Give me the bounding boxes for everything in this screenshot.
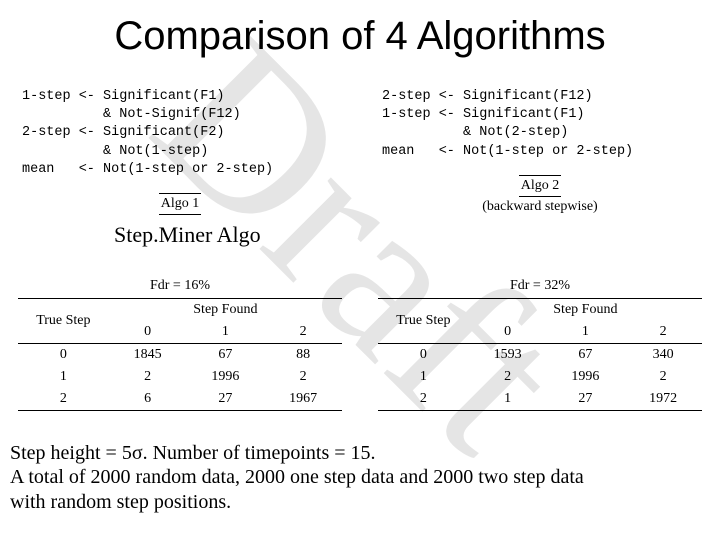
th-stepfound: Step Found [109,299,342,322]
algo-label-wrap-right: Algo 2 (backward stepwise) [378,175,702,215]
cell: 88 [264,344,342,367]
table-block-right: Fdr = 32% True Step Step Found 0 1 2 0 1… [360,278,720,411]
page-title: Comparison of 4 Algorithms [0,14,720,59]
cell: 340 [624,344,702,367]
cell: 27 [186,388,264,411]
cell: 67 [186,344,264,367]
cell: 6 [109,388,187,411]
fdr-left: Fdr = 16% [18,278,342,294]
algo-sub-right: (backward stepwise) [378,199,702,215]
cell: 67 [546,344,624,367]
th-sub: 2 [264,321,342,344]
caption-line1: Step height = 5σ. Number of timepoints =… [10,442,376,464]
caption-line2: A total of 2000 random data, 2000 one st… [10,466,584,488]
th-sub: 0 [109,321,187,344]
cell: 1 [18,366,109,388]
cell: 2 [264,366,342,388]
th-sub: 1 [546,321,624,344]
panel-right: 2-step <- Significant(F12) 1-step <- Sig… [360,84,720,217]
cell: 1972 [624,388,702,411]
pseudocode-panels: 1-step <- Significant(F1) & Not-Signif(F… [0,84,720,217]
table-right: True Step Step Found 0 1 2 0 1593 67 340… [378,298,702,411]
algo-label-right: Algo 2 [519,175,562,197]
watermark-text: Draft [106,0,613,499]
cell: 2 [624,366,702,388]
algo-label-wrap-left: Algo 1 [18,193,342,215]
cell: 2 [469,366,547,388]
cell: 1996 [186,366,264,388]
tables-row: Fdr = 16% True Step Step Found 0 1 2 0 1… [0,278,720,411]
code-left: 1-step <- Significant(F1) & Not-Signif(F… [22,88,342,179]
overlay-stepminer: Step.Miner Algo [114,222,261,248]
th-truestep: True Step [378,299,469,344]
cell: 27 [546,388,624,411]
cell: 1 [378,366,469,388]
cell: 0 [18,344,109,367]
cell: 2 [378,388,469,411]
th-sub: 0 [469,321,547,344]
th-stepfound: Step Found [469,299,702,322]
cell: 1996 [546,366,624,388]
th-sub: 2 [624,321,702,344]
caption: Step height = 5σ. Number of timepoints =… [10,441,710,514]
cell: 1845 [109,344,187,367]
cell: 1 [469,388,547,411]
th-sub: 1 [186,321,264,344]
cell: 1967 [264,388,342,411]
cell: 1593 [469,344,547,367]
table-left: True Step Step Found 0 1 2 0 1845 67 88 … [18,298,342,411]
cell: 2 [18,388,109,411]
th-truestep: True Step [18,299,109,344]
cell: 0 [378,344,469,367]
caption-line3: with random step positions. [10,491,231,513]
panel-left: 1-step <- Significant(F1) & Not-Signif(F… [0,84,360,217]
fdr-right: Fdr = 32% [378,278,702,294]
table-block-left: Fdr = 16% True Step Step Found 0 1 2 0 1… [0,278,360,411]
code-right: 2-step <- Significant(F12) 1-step <- Sig… [382,88,702,161]
algo-label-left: Algo 1 [159,193,202,215]
cell: 2 [109,366,187,388]
